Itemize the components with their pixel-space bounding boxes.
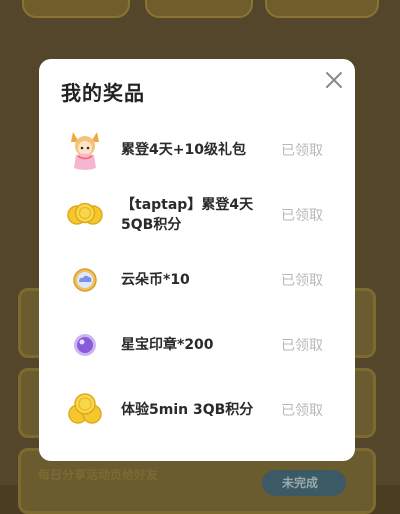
prize-name: 体验5min 3QB积分 xyxy=(121,402,254,418)
prize-status: 已领取 xyxy=(281,208,323,224)
prize-name: 累登4天+10级礼包 xyxy=(121,142,246,158)
prize-row: 【taptap】累登4天5QB积分 已领取 xyxy=(39,190,355,240)
bg-top-button-2 xyxy=(145,0,253,18)
prize-status: 已领取 xyxy=(281,273,323,289)
close-icon xyxy=(326,72,342,88)
bg-footer-button-label: 未完成 xyxy=(282,476,319,490)
bg-top-button-1 xyxy=(22,0,130,18)
prize-row: 体验5min 3QB积分 已领取 xyxy=(39,385,355,435)
star-seal-icon xyxy=(65,323,105,367)
prize-status: 已领取 xyxy=(281,403,323,419)
prize-row: 累登4天+10级礼包 已领取 xyxy=(39,125,355,175)
bg-footer-text: 每日分享活动页给好友 xyxy=(38,468,159,482)
bg-top-button-3 xyxy=(265,0,379,18)
prize-name: 云朵币*10 xyxy=(121,272,190,288)
cloud-coin-icon xyxy=(65,258,105,302)
my-prizes-modal: 我的奖品 累登4天+10级礼包 已领取 【taptap】累登4天5QB积分 已领… xyxy=(39,59,355,461)
prize-name: 星宝印章*200 xyxy=(121,337,214,353)
prize-row: 星宝印章*200 已领取 xyxy=(39,320,355,370)
modal-title: 我的奖品 xyxy=(61,81,145,105)
prize-status: 已领取 xyxy=(281,143,323,159)
gold-coins-icon xyxy=(65,388,105,432)
prize-name: 【taptap】累登4天5QB积分 xyxy=(121,197,254,233)
prize-row: 云朵币*10 已领取 xyxy=(39,255,355,305)
bg-footer-button: 未完成 xyxy=(262,470,346,496)
close-button[interactable] xyxy=(323,69,345,91)
gold-coins-icon xyxy=(65,193,105,237)
fox-girl-avatar-icon xyxy=(65,128,105,172)
prize-status: 已领取 xyxy=(281,338,323,354)
